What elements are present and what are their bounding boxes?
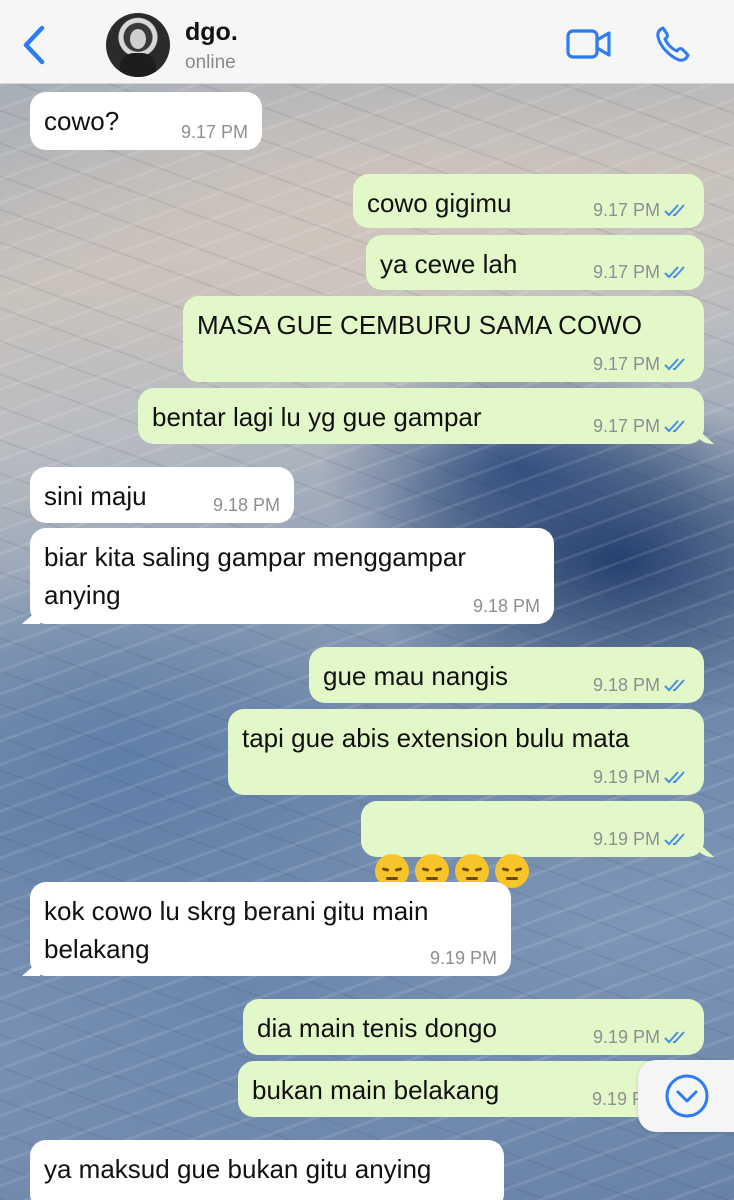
message-text: sini maju — [44, 481, 147, 511]
message-text: gue mau nangis — [323, 661, 509, 691]
message-time: 9.18 PM — [593, 675, 690, 695]
contact-name[interactable]: dgo. — [185, 18, 238, 47]
double-check-icon — [664, 679, 685, 692]
contact-avatar[interactable] — [106, 13, 170, 77]
message-outgoing[interactable]: 9.19 PM — [361, 801, 704, 889]
video-call-button[interactable] — [565, 26, 613, 62]
back-button[interactable] — [18, 24, 52, 66]
double-check-icon — [664, 771, 685, 784]
message-text: cowo gigimu — [367, 188, 512, 218]
avatar-body — [120, 53, 156, 77]
contact-status: online — [185, 52, 236, 73]
message-text: biar kita saling gampar menggampar anyin… — [44, 542, 466, 610]
message-outgoing[interactable]: bukan main belakang 9.19 P — [238, 1061, 704, 1117]
message-time: 9.19 PM — [593, 829, 690, 849]
message-time: 9.19 PM — [593, 1027, 690, 1047]
message-incoming[interactable]: ya maksud gue bukan gitu anying — [30, 1140, 504, 1200]
double-check-icon — [664, 358, 685, 371]
message-text: kok cowo lu skrg berani gitu main belaka… — [44, 896, 429, 964]
message-outgoing[interactable]: cowo gigimu 9.17 PM — [353, 174, 704, 228]
emoji-row — [375, 812, 535, 889]
message-time: 9.17 PM — [180, 122, 248, 142]
message-time: 9.18 PM — [472, 596, 540, 616]
message-time: 9.18 PM — [212, 495, 280, 515]
chat-header: dgo. online — [0, 0, 734, 84]
double-check-icon — [664, 1031, 685, 1044]
double-check-icon — [664, 420, 685, 433]
double-check-icon — [664, 266, 685, 279]
message-text: dia main tenis dongo — [257, 1013, 497, 1043]
message-time: 9.17 PM — [593, 262, 690, 282]
message-text: tapi gue abis extension bulu mata — [242, 723, 630, 753]
message-incoming[interactable]: sini maju 9.18 PM — [30, 467, 294, 523]
message-list[interactable]: cowo? 9.17 PM cowo gigimu 9.17 PM ya cew… — [0, 84, 734, 1200]
message-time: 9.17 PM — [593, 354, 690, 374]
message-text: ya maksud gue bukan gitu anying — [44, 1154, 432, 1184]
voice-call-button[interactable] — [654, 24, 692, 64]
message-time: 9.19 PM — [593, 767, 690, 787]
chevron-down-circle-icon — [665, 1074, 709, 1118]
scroll-to-bottom-button[interactable] — [638, 1060, 734, 1132]
message-text: cowo? — [44, 106, 120, 136]
message-outgoing[interactable]: ya cewe lah 9.17 PM — [366, 235, 704, 290]
message-incoming[interactable]: biar kita saling gampar menggampar anyin… — [30, 528, 554, 624]
message-time: 9.19 PM — [429, 948, 497, 968]
chevron-left-icon — [23, 25, 45, 65]
message-incoming[interactable]: kok cowo lu skrg berani gitu main belaka… — [30, 882, 511, 976]
message-incoming[interactable]: cowo? 9.17 PM — [30, 92, 262, 150]
message-text: bukan main belakang — [252, 1075, 500, 1105]
message-outgoing[interactable]: dia main tenis dongo 9.19 PM — [243, 999, 704, 1055]
message-text: bentar lagi lu yg gue gampar — [152, 402, 482, 432]
message-time: 9.17 PM — [593, 416, 690, 436]
double-check-icon — [664, 833, 685, 846]
double-check-icon — [664, 204, 685, 217]
phone-icon — [656, 26, 690, 62]
message-outgoing[interactable]: bentar lagi lu yg gue gampar 9.17 PM — [138, 388, 704, 444]
video-camera-icon — [566, 29, 611, 59]
message-outgoing[interactable]: tapi gue abis extension bulu mata 9.19 P… — [228, 709, 704, 795]
message-outgoing[interactable]: MASA GUE CEMBURU SAMA COWO 9.17 PM — [183, 296, 704, 382]
avatar-face — [130, 29, 146, 49]
message-text: MASA GUE CEMBURU SAMA COWO — [197, 310, 642, 340]
message-outgoing[interactable]: gue mau nangis 9.18 PM — [309, 647, 704, 703]
message-time: 9.19 P — [591, 1089, 644, 1109]
message-text: ya cewe lah — [380, 249, 518, 279]
message-time: 9.17 PM — [593, 200, 690, 220]
